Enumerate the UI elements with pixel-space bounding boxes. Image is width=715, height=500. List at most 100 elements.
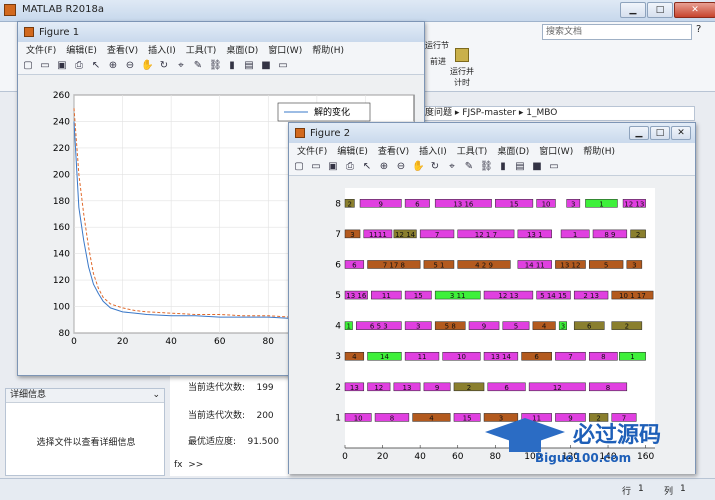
status-bar: 行 1 列 1 — [0, 478, 715, 500]
gantt-bar-label: 3 — [571, 200, 575, 208]
gantt-bar-label: 9 — [378, 200, 382, 208]
gantt-bar-label: 13 1 — [527, 231, 543, 239]
pointer-icon[interactable]: ↖ — [361, 161, 373, 173]
menu-desktop[interactable]: 桌面(D) — [226, 43, 258, 56]
gantt-bar-label: 6 — [534, 353, 539, 361]
data-cursor-icon[interactable]: ⌖ — [446, 161, 458, 173]
gantt-bar-label: 4 2 9 — [475, 261, 493, 269]
path-part[interactable]: 1_MBO — [526, 108, 557, 118]
help-icon[interactable]: ? — [696, 24, 710, 40]
x-tick-label: 60 — [214, 337, 226, 347]
colorbar-icon[interactable]: ▮ — [226, 60, 238, 72]
rotate-icon[interactable]: ↻ — [429, 161, 441, 173]
chevron-down-icon[interactable]: ⌄ — [152, 389, 160, 402]
legend-icon[interactable]: ▤ — [243, 60, 255, 72]
menu-insert[interactable]: 插入(I) — [148, 43, 176, 56]
pan-icon[interactable]: ✋ — [412, 161, 424, 173]
menu-view[interactable]: 查看(V) — [378, 144, 409, 157]
menu-tools[interactable]: 工具(T) — [457, 144, 488, 157]
menu-help[interactable]: 帮助(H) — [312, 43, 344, 56]
path-part[interactable]: 度问题 — [425, 108, 452, 118]
maximize-button[interactable]: □ — [647, 2, 673, 18]
gantt-bar-label: 12 1 7 — [475, 231, 497, 239]
zoom-in-icon[interactable]: ⊕ — [107, 60, 119, 72]
save-icon[interactable]: ▣ — [56, 60, 68, 72]
current-folder-path[interactable]: 度问题 ▸ FJSP-master ▸ 1_MBO — [420, 106, 695, 121]
dock-icon[interactable]: ▭ — [548, 161, 560, 173]
ribbon-forward-label[interactable]: 前进 — [430, 56, 446, 67]
open-icon[interactable]: ▭ — [310, 161, 322, 173]
link-icon[interactable]: ⛓ — [480, 161, 493, 173]
menu-help[interactable]: 帮助(H) — [583, 144, 615, 157]
gantt-bar-label: 7 — [568, 353, 572, 361]
gantt-bar-label: 15 — [510, 200, 519, 208]
gantt-bar-label: 11 — [418, 353, 427, 361]
colorbar-icon[interactable]: ▮ — [497, 161, 509, 173]
menu-window[interactable]: 窗口(W) — [539, 144, 573, 157]
gantt-bar-label: 14 11 — [525, 261, 545, 269]
menu-view[interactable]: 查看(V) — [107, 43, 138, 56]
menu-file[interactable]: 文件(F) — [297, 144, 327, 157]
details-header[interactable]: 详细信息 ⌄ — [6, 389, 164, 403]
search-documentation-input[interactable]: 搜索文档 — [542, 24, 692, 40]
gantt-bar-label: 6 — [352, 261, 357, 269]
menu-edit[interactable]: 编辑(E) — [66, 43, 97, 56]
zoom-out-icon[interactable]: ⊖ — [395, 161, 407, 173]
gantt-bar-label: 1111 — [369, 231, 387, 239]
y-tick-label: 80 — [59, 329, 71, 339]
menu-file[interactable]: 文件(F) — [26, 43, 56, 56]
ribbon-run-section-label[interactable]: 运行节 — [425, 40, 449, 51]
brush-icon[interactable]: ✎ — [463, 161, 475, 173]
menu-desktop[interactable]: 桌面(D) — [497, 144, 529, 157]
zoom-out-icon[interactable]: ⊖ — [124, 60, 136, 72]
close-button[interactable]: ✕ — [674, 2, 715, 18]
command-window[interactable]: 当前迭代次数: 199 当前迭代次数: 200 最优适应度: 91.500 fx… — [170, 372, 290, 476]
details-panel: 详细信息 ⌄ 选择文件以查看详细信息 — [5, 388, 165, 476]
minimize-button[interactable]: ▁ — [629, 126, 649, 140]
menu-tools[interactable]: 工具(T) — [186, 43, 217, 56]
maximize-button[interactable]: □ — [650, 126, 670, 140]
gantt-bar-label: 1 — [573, 231, 577, 239]
gantt-bar-label: 3 — [632, 261, 636, 269]
open-icon[interactable]: ▭ — [39, 60, 51, 72]
link-icon[interactable]: ⛓ — [209, 60, 222, 72]
gantt-bar-label: 9 — [435, 384, 439, 392]
figure-2-titlebar[interactable]: Figure 2 ▁ □ ✕ — [289, 123, 695, 143]
legend-icon[interactable]: ▤ — [514, 161, 526, 173]
zoom-in-icon[interactable]: ⊕ — [378, 161, 390, 173]
print-icon[interactable]: ⎙ — [73, 60, 85, 72]
path-part[interactable]: FJSP-master — [462, 108, 516, 118]
x-tick-label: 0 — [71, 337, 77, 347]
rotate-icon[interactable]: ↻ — [158, 60, 170, 72]
plot-area — [345, 188, 655, 448]
gantt-bar-label: 12 — [374, 384, 383, 392]
pointer-icon[interactable]: ↖ — [90, 60, 102, 72]
gantt-bar-label: 2 13 — [583, 292, 599, 300]
new-figure-icon[interactable]: ▢ — [22, 60, 34, 72]
brush-icon[interactable]: ✎ — [192, 60, 204, 72]
run-time-icon[interactable] — [455, 48, 469, 62]
hide-tools-icon[interactable]: ■ — [531, 161, 543, 173]
command-prompt[interactable]: fx >> — [174, 460, 203, 470]
close-button[interactable]: ✕ — [671, 126, 691, 140]
gantt-bar-label: 13 12 — [560, 261, 580, 269]
dock-icon[interactable]: ▭ — [277, 60, 289, 72]
menu-window[interactable]: 窗口(W) — [268, 43, 302, 56]
main-titlebar: MATLAB R2018a ▁ □ ✕ — [0, 0, 715, 22]
figure-1-toolbar: ▢ ▭ ▣ ⎙ ↖ ⊕ ⊖ ✋ ↻ ⌖ ✎ ⛓ ▮ ▤ ■ ▭ — [18, 57, 424, 75]
hide-tools-icon[interactable]: ■ — [260, 60, 272, 72]
figure-1-titlebar[interactable]: Figure 1 — [18, 22, 424, 42]
save-icon[interactable]: ▣ — [327, 161, 339, 173]
gantt-bar-label: 6 — [415, 200, 420, 208]
print-icon[interactable]: ⎙ — [344, 161, 356, 173]
minimize-button[interactable]: ▁ — [620, 2, 646, 18]
menu-edit[interactable]: 编辑(E) — [337, 144, 368, 157]
new-figure-icon[interactable]: ▢ — [293, 161, 305, 173]
ribbon-run-time-label[interactable]: 运行并 计时 — [450, 66, 474, 88]
pan-icon[interactable]: ✋ — [141, 60, 153, 72]
data-cursor-icon[interactable]: ⌖ — [175, 60, 187, 72]
gantt-bar-label: 11 — [382, 292, 391, 300]
gantt-bar-label: 8 — [606, 384, 610, 392]
menu-insert[interactable]: 插入(I) — [419, 144, 447, 157]
y-tick-label: 260 — [53, 91, 70, 101]
